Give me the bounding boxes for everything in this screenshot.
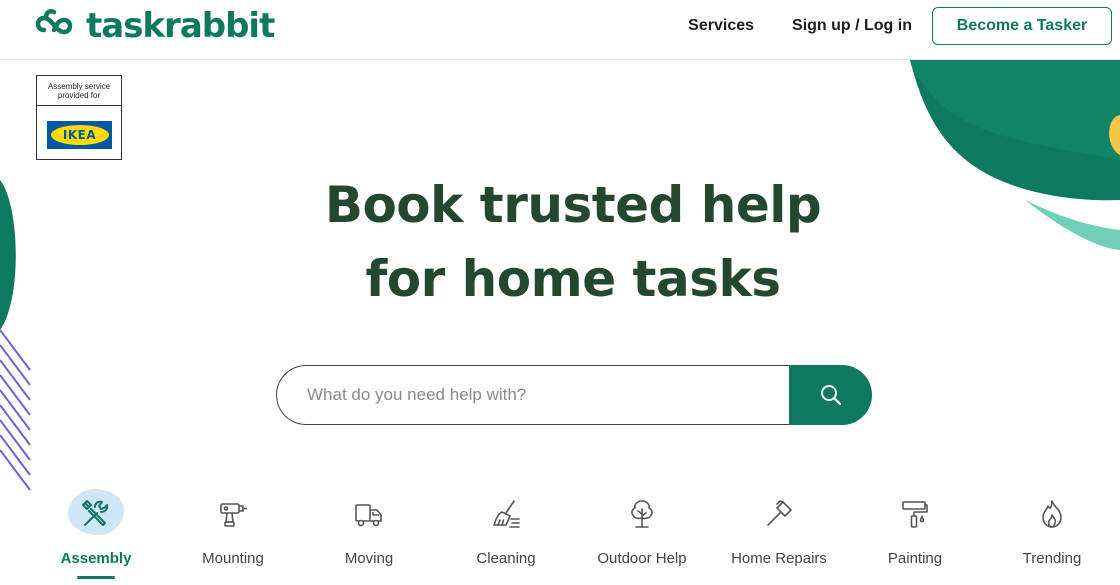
category-label: Home Repairs [731, 550, 827, 567]
active-tab-underline [77, 576, 115, 579]
category-tabs: Assembly Mounting Moving Cleaning Outdoo… [28, 486, 1120, 585]
category-tab-trending[interactable]: Trending [984, 486, 1120, 585]
top-header: taskrabbit Services Sign up / Log in Bec… [0, 0, 1120, 60]
category-tab-assembly[interactable]: Assembly [28, 486, 164, 585]
task-search-input[interactable] [276, 365, 796, 425]
drill-icon [220, 503, 247, 527]
truck-icon [355, 504, 382, 527]
category-label: Moving [344, 550, 394, 567]
hero-title: Book trusted help for home tasks [0, 168, 1120, 316]
category-label: Painting [887, 550, 943, 567]
search-icon [820, 385, 841, 406]
category-tab-outdoor-help[interactable]: Outdoor Help [574, 486, 710, 585]
ikea-badge-caption: Assembly service provided for [37, 76, 121, 106]
category-tab-cleaning[interactable]: Cleaning [438, 486, 574, 585]
broom-icon [493, 500, 520, 528]
tree-icon [631, 500, 653, 528]
taskrabbit-logo[interactable]: taskrabbit [34, 6, 275, 46]
top-nav: Services Sign up / Log in Become a Taske… [688, 7, 1112, 45]
ikea-partner-badge: Assembly service provided for IKEA [36, 75, 122, 160]
category-label: Trending [1022, 550, 1082, 567]
task-search-bar [276, 365, 872, 425]
paint-roller-icon [902, 501, 928, 528]
category-label: Assembly [60, 550, 132, 567]
rabbit-logo-icon [35, 9, 73, 35]
category-tab-moving[interactable]: Moving [301, 486, 437, 585]
hero-title-line-2: for home tasks [365, 250, 781, 308]
tools-icon [82, 500, 109, 526]
flame-icon [1042, 500, 1062, 528]
category-label: Outdoor Help [597, 550, 687, 567]
ikea-wordmark: IKEA [62, 128, 97, 142]
category-tab-mounting[interactable]: Mounting [165, 486, 301, 585]
category-tab-painting[interactable]: Painting [847, 486, 983, 585]
ikea-logo: IKEA [47, 121, 112, 149]
category-tab-home-repairs[interactable]: Home Repairs [711, 486, 847, 585]
search-button[interactable] [789, 365, 872, 425]
category-label: Cleaning [476, 550, 536, 567]
nav-signup-login-link[interactable]: Sign up / Log in [792, 17, 912, 35]
logo-wordmark: taskrabbit [86, 6, 275, 46]
hammer-icon [767, 500, 792, 526]
hero-title-line-1: Book trusted help [324, 176, 822, 234]
become-tasker-button[interactable]: Become a Tasker [932, 7, 1112, 45]
category-label: Mounting [202, 550, 264, 567]
nav-services-link[interactable]: Services [688, 17, 754, 35]
